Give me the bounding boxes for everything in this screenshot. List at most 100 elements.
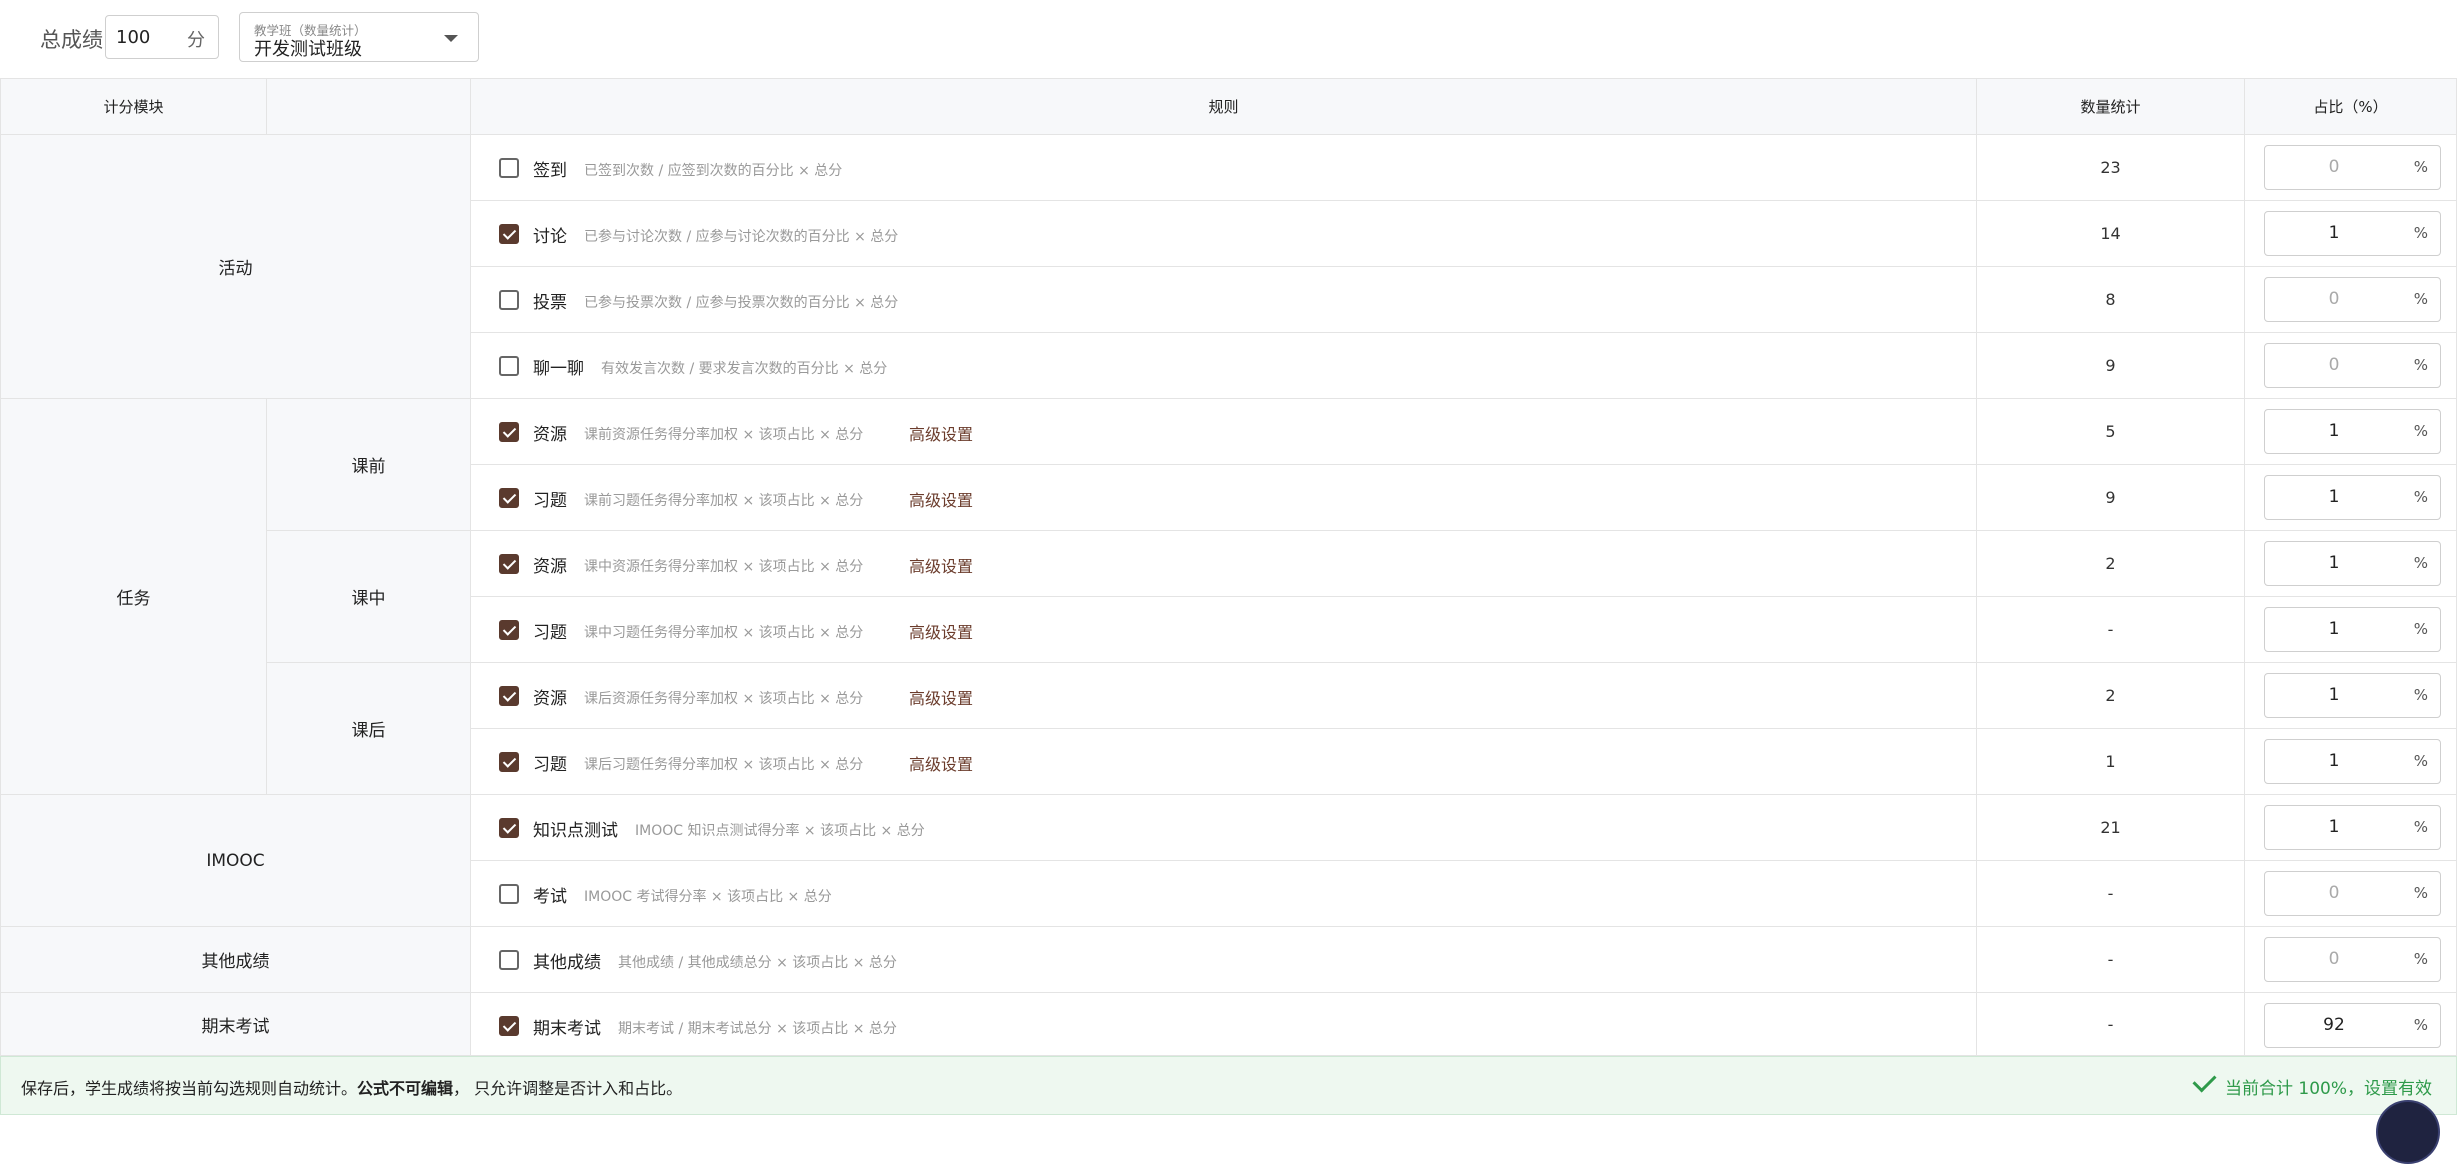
rule-checkbox[interactable] bbox=[499, 620, 519, 640]
ratio-input[interactable] bbox=[2275, 551, 2393, 575]
rule-checkbox[interactable] bbox=[499, 818, 519, 838]
total-valid-status: 当前合计 100%，设置有效 bbox=[2192, 1068, 2432, 1099]
ratio-input[interactable] bbox=[2275, 221, 2393, 245]
percent-sign: % bbox=[2413, 950, 2428, 968]
ratio-field[interactable]: % bbox=[2264, 607, 2441, 652]
rule-row: 资源 课中资源任务得分率加权 × 该项占比 × 总分 高级设置 bbox=[471, 531, 1977, 597]
ratio-field[interactable]: % bbox=[2264, 145, 2441, 190]
ratio-field[interactable]: % bbox=[2264, 211, 2441, 256]
rule-checkbox[interactable] bbox=[499, 884, 519, 904]
rule-formula: 其他成绩 / 其他成绩总分 × 该项占比 × 总分 bbox=[618, 955, 897, 971]
group-activity: 活动 bbox=[0, 135, 471, 399]
rule-count: - bbox=[1977, 597, 2245, 663]
ratio-field[interactable]: % bbox=[2264, 739, 2441, 784]
percent-sign: % bbox=[2413, 620, 2428, 638]
rule-name: 投票 bbox=[533, 293, 567, 313]
rule-count: - bbox=[1977, 993, 2245, 1056]
rule-count: - bbox=[1977, 927, 2245, 993]
advanced-settings-link[interactable]: 高级设置 bbox=[909, 421, 973, 445]
percent-sign: % bbox=[2413, 1016, 2428, 1034]
ratio-field[interactable]: % bbox=[2264, 541, 2441, 586]
rule-ratio-cell: % bbox=[2245, 399, 2457, 465]
percent-sign: % bbox=[2413, 554, 2428, 572]
rule-formula: 有效发言次数 / 要求发言次数的百分比 × 总分 bbox=[601, 361, 888, 377]
advanced-settings-link[interactable]: 高级设置 bbox=[909, 619, 973, 643]
chevron-down-icon[interactable] bbox=[444, 35, 458, 42]
advanced-settings-link[interactable]: 高级设置 bbox=[909, 553, 973, 577]
rule-checkbox[interactable] bbox=[499, 1016, 519, 1036]
ratio-field[interactable]: % bbox=[2264, 937, 2441, 982]
rule-checkbox[interactable] bbox=[499, 422, 519, 442]
percent-sign: % bbox=[2413, 356, 2428, 374]
total-score-field[interactable]: 分 bbox=[105, 15, 219, 59]
rule-count: 9 bbox=[1977, 333, 2245, 399]
ratio-input[interactable] bbox=[2275, 815, 2393, 839]
total-valid-status-text: 当前合计 100%，设置有效 bbox=[2224, 1079, 2432, 1099]
rule-count: 5 bbox=[1977, 399, 2245, 465]
ratio-field[interactable]: % bbox=[2264, 277, 2441, 322]
rule-checkbox[interactable] bbox=[499, 554, 519, 574]
ratio-field[interactable]: % bbox=[2264, 475, 2441, 520]
rule-checkbox[interactable] bbox=[499, 686, 519, 706]
rule-name: 讨论 bbox=[533, 227, 567, 247]
rule-ratio-cell: % bbox=[2245, 135, 2457, 201]
rule-checkbox[interactable] bbox=[499, 224, 519, 244]
rule-count: 1 bbox=[1977, 729, 2245, 795]
class-select-value: 开发测试班级 bbox=[254, 39, 362, 60]
header-module: 计分模块 bbox=[0, 78, 267, 135]
check-icon bbox=[2192, 1068, 2217, 1093]
ratio-field[interactable]: % bbox=[2264, 673, 2441, 718]
rule-checkbox[interactable] bbox=[499, 488, 519, 508]
rule-checkbox[interactable] bbox=[499, 950, 519, 970]
total-score-input[interactable] bbox=[116, 24, 176, 50]
assistant-avatar-icon[interactable] bbox=[2376, 1100, 2440, 1164]
percent-sign: % bbox=[2413, 488, 2428, 506]
rule-name: 签到 bbox=[533, 161, 567, 181]
rule-checkbox[interactable] bbox=[499, 290, 519, 310]
ratio-input[interactable] bbox=[2275, 1013, 2393, 1037]
advanced-settings-link[interactable]: 高级设置 bbox=[909, 487, 973, 511]
rule-ratio-cell: % bbox=[2245, 993, 2457, 1056]
rule-ratio-cell: % bbox=[2245, 927, 2457, 993]
subgroup-before-class: 课前 bbox=[267, 399, 471, 531]
ratio-input[interactable] bbox=[2275, 947, 2393, 971]
rule-formula: 课中资源任务得分率加权 × 该项占比 × 总分 bbox=[584, 559, 864, 575]
rule-ratio-cell: % bbox=[2245, 795, 2457, 861]
rule-ratio-cell: % bbox=[2245, 663, 2457, 729]
group-task: 任务 bbox=[0, 399, 267, 795]
rule-name: 知识点测试 bbox=[533, 821, 618, 841]
rule-name: 考试 bbox=[533, 887, 567, 907]
rule-row: 投票 已参与投票次数 / 应参与投票次数的百分比 × 总分 bbox=[471, 267, 1977, 333]
ratio-field[interactable]: % bbox=[2264, 1003, 2441, 1048]
ratio-input[interactable] bbox=[2275, 155, 2393, 179]
ratio-input[interactable] bbox=[2275, 287, 2393, 311]
header-submodule bbox=[267, 78, 471, 135]
ratio-input[interactable] bbox=[2275, 485, 2393, 509]
ratio-input[interactable] bbox=[2275, 749, 2393, 773]
advanced-settings-link[interactable]: 高级设置 bbox=[909, 685, 973, 709]
ratio-field[interactable]: % bbox=[2264, 409, 2441, 454]
percent-sign: % bbox=[2413, 686, 2428, 704]
rule-checkbox[interactable] bbox=[499, 752, 519, 772]
rule-count: 2 bbox=[1977, 531, 2245, 597]
rule-ratio-cell: % bbox=[2245, 201, 2457, 267]
advanced-settings-link[interactable]: 高级设置 bbox=[909, 751, 973, 775]
rule-row: 资源 课前资源任务得分率加权 × 该项占比 × 总分 高级设置 bbox=[471, 399, 1977, 465]
ratio-field[interactable]: % bbox=[2264, 871, 2441, 916]
rule-checkbox[interactable] bbox=[499, 158, 519, 178]
rule-count: 2 bbox=[1977, 663, 2245, 729]
ratio-input[interactable] bbox=[2275, 683, 2393, 707]
rule-formula: 课后习题任务得分率加权 × 该项占比 × 总分 bbox=[584, 757, 864, 773]
ratio-input[interactable] bbox=[2275, 617, 2393, 641]
rule-ratio-cell: % bbox=[2245, 729, 2457, 795]
ratio-input[interactable] bbox=[2275, 881, 2393, 905]
rule-checkbox[interactable] bbox=[499, 356, 519, 376]
ratio-field[interactable]: % bbox=[2264, 343, 2441, 388]
percent-sign: % bbox=[2413, 224, 2428, 242]
rule-name: 习题 bbox=[533, 623, 567, 643]
ratio-input[interactable] bbox=[2275, 419, 2393, 443]
ratio-field[interactable]: % bbox=[2264, 805, 2441, 850]
class-select[interactable]: 教学班（数量统计） 开发测试班级 bbox=[239, 12, 479, 62]
ratio-input[interactable] bbox=[2275, 353, 2393, 377]
rule-row: 签到 已签到次数 / 应签到次数的百分比 × 总分 bbox=[471, 135, 1977, 201]
